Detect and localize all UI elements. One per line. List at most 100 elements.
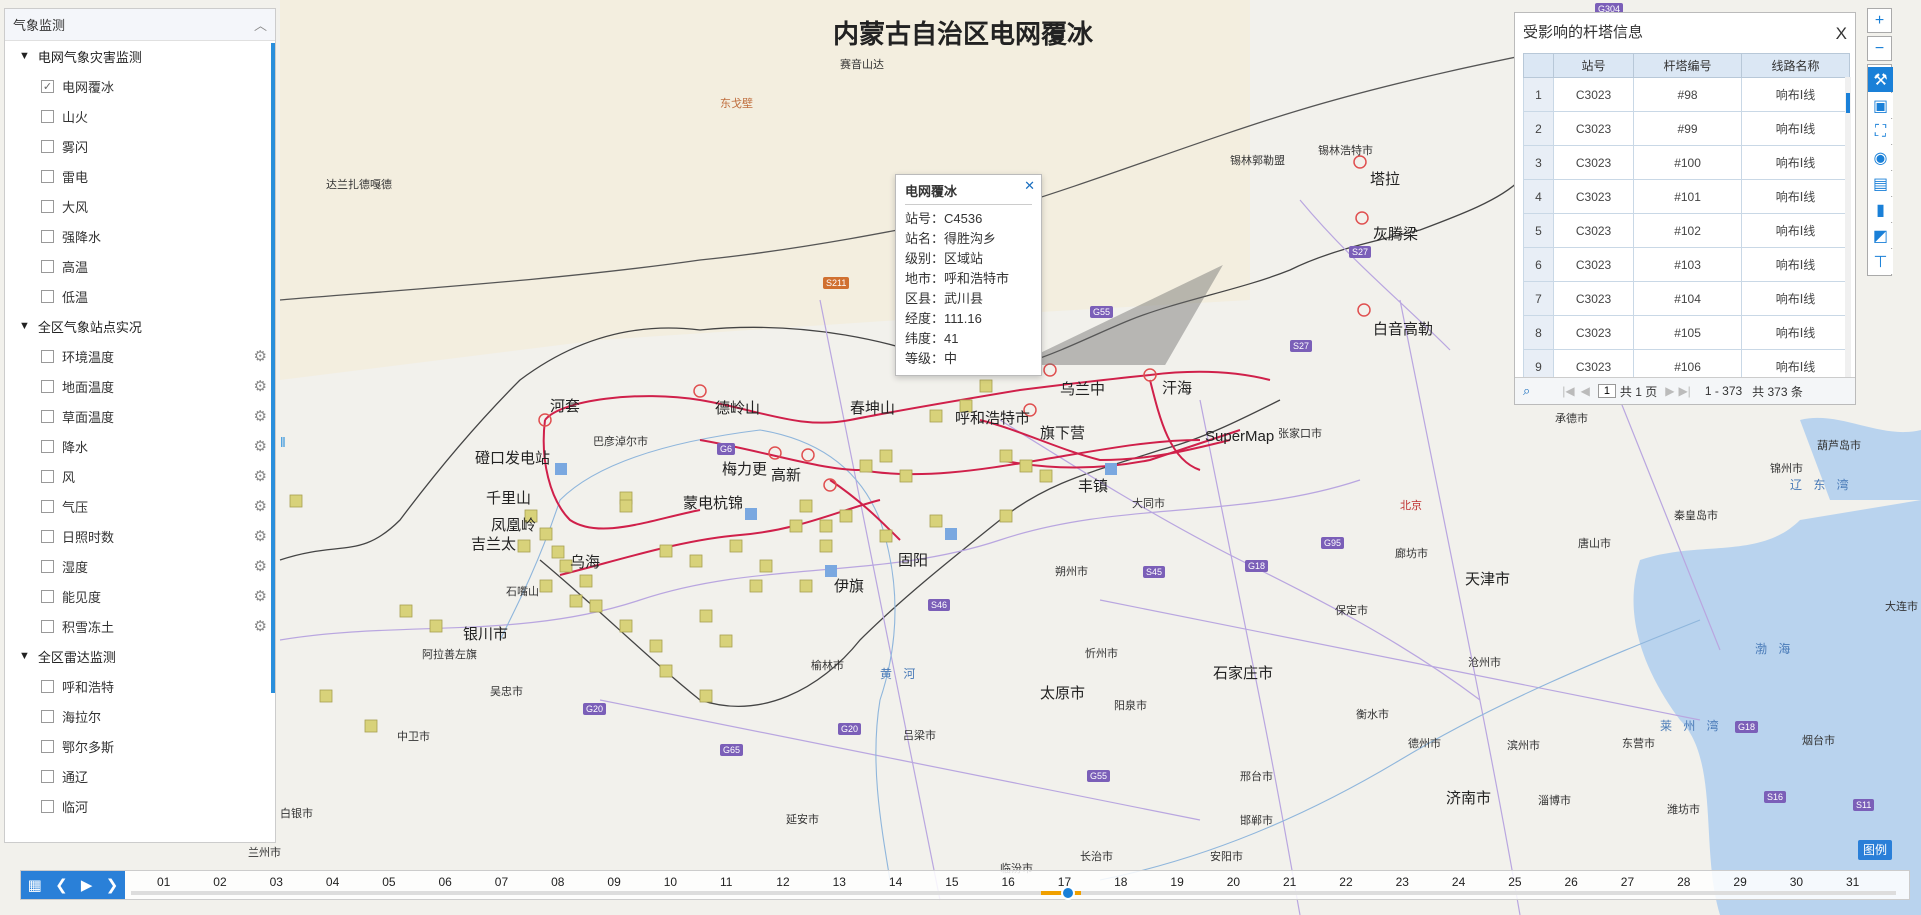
timeline-day[interactable]: 28 xyxy=(1677,875,1690,889)
calendar-icon[interactable]: ▦ xyxy=(28,876,42,894)
layer-item[interactable]: 湿度 ⚙ xyxy=(5,551,275,581)
checkbox[interactable] xyxy=(41,469,54,483)
globe-icon[interactable]: ◉ xyxy=(1868,145,1893,170)
timeline-day[interactable]: 14 xyxy=(889,875,902,889)
timeline-day[interactable]: 18 xyxy=(1114,875,1127,889)
timeline-day[interactable]: 24 xyxy=(1452,875,1465,889)
layer-item[interactable]: 高温 xyxy=(5,251,275,281)
layer-item[interactable]: 临河 xyxy=(5,791,275,821)
chart-icon[interactable]: ◩ xyxy=(1868,223,1893,248)
timeline-day[interactable]: 16 xyxy=(1002,875,1015,889)
layer-item[interactable]: 风 ⚙ xyxy=(5,461,275,491)
table-row[interactable]: 6 C3023 #103 响布Ⅰ线 xyxy=(1523,247,1850,282)
checkbox[interactable] xyxy=(41,109,54,123)
checkbox[interactable] xyxy=(41,739,54,753)
scrollbar-thumb[interactable] xyxy=(1846,93,1850,113)
layer-item[interactable]: 山火 xyxy=(5,101,275,131)
checkbox[interactable] xyxy=(41,499,54,513)
layer-item[interactable]: 呼和浩特 xyxy=(5,671,275,701)
group-title-radar[interactable]: ▼ 全区雷达监测 xyxy=(5,641,275,671)
checkbox[interactable] xyxy=(41,559,54,573)
timeline-day[interactable]: 26 xyxy=(1565,875,1578,889)
measure-icon[interactable]: ⚒ xyxy=(1868,67,1893,92)
timeline-day[interactable]: 08 xyxy=(551,875,564,889)
last-page-icon[interactable]: ▶| xyxy=(1678,384,1690,398)
play-icon[interactable]: ▶ xyxy=(81,876,93,894)
checkbox[interactable] xyxy=(41,229,54,243)
timeline-day[interactable]: 12 xyxy=(776,875,789,889)
gear-icon[interactable]: ⚙ xyxy=(254,587,267,605)
timeline-track[interactable] xyxy=(131,886,1896,900)
chevron-left-icon[interactable]: ❮ xyxy=(55,876,68,894)
timeline-day[interactable]: 05 xyxy=(382,875,395,889)
checkbox[interactable] xyxy=(41,439,54,453)
checkbox[interactable] xyxy=(41,349,54,363)
table-scrollbar[interactable] xyxy=(1845,77,1851,377)
timeline-day[interactable]: 27 xyxy=(1621,875,1634,889)
page-input[interactable] xyxy=(1597,384,1616,398)
panel-collapse-handle[interactable]: ‖ xyxy=(280,434,290,456)
pin-icon[interactable]: ⊤ xyxy=(1868,249,1893,274)
layer-item[interactable]: 低温 xyxy=(5,281,275,311)
layer-item[interactable]: 地面温度 ⚙ xyxy=(5,371,275,401)
checkbox[interactable] xyxy=(41,679,54,693)
checkbox[interactable] xyxy=(41,169,54,183)
checkbox[interactable] xyxy=(41,289,54,303)
gear-icon[interactable]: ⚙ xyxy=(254,437,267,455)
table-row[interactable]: 3 C3023 #100 响布Ⅰ线 xyxy=(1523,145,1850,180)
chevron-right-icon[interactable]: ❯ xyxy=(106,876,119,894)
layer-icon[interactable]: ▮ xyxy=(1868,197,1893,222)
timeline-day[interactable]: 15 xyxy=(945,875,958,889)
timeline-day[interactable]: 04 xyxy=(326,875,339,889)
layer-item[interactable]: ✓ 电网覆冰 xyxy=(5,71,275,101)
timeline-day[interactable]: 21 xyxy=(1283,875,1296,889)
timeline-day[interactable]: 25 xyxy=(1508,875,1521,889)
column-header[interactable]: 杆塔编号 xyxy=(1633,53,1743,78)
gear-icon[interactable]: ⚙ xyxy=(254,347,267,365)
checkbox[interactable] xyxy=(41,379,54,393)
checkbox-checked[interactable]: ✓ xyxy=(41,79,54,93)
group-title-stations[interactable]: ▼ 全区气象站点实况 xyxy=(5,311,275,341)
checkbox[interactable] xyxy=(41,409,54,423)
table-row[interactable]: 2 C3023 #99 响布Ⅰ线 xyxy=(1523,111,1850,146)
first-page-icon[interactable]: |◀ xyxy=(1562,384,1574,398)
chevron-up-icon[interactable]: ︿ xyxy=(254,15,267,34)
legend-button[interactable]: 图例 xyxy=(1858,840,1892,860)
layer-item[interactable]: 大风 xyxy=(5,191,275,221)
triangle-down-icon[interactable]: ▼ xyxy=(19,50,30,62)
checkbox[interactable] xyxy=(41,619,54,633)
close-button[interactable]: X xyxy=(1836,24,1847,44)
gear-icon[interactable]: ⚙ xyxy=(254,377,267,395)
timeline-day[interactable]: 31 xyxy=(1846,875,1859,889)
table-row[interactable]: 8 C3023 #105 响布Ⅰ线 xyxy=(1523,315,1850,350)
timeline-day[interactable]: 29 xyxy=(1733,875,1746,889)
layer-item[interactable]: 鄂尔多斯 xyxy=(5,731,275,761)
timeline-day[interactable]: 02 xyxy=(213,875,226,889)
layer-item[interactable]: 海拉尔 xyxy=(5,701,275,731)
layer-item[interactable]: 日照时数 ⚙ xyxy=(5,521,275,551)
gear-icon[interactable]: ⚙ xyxy=(254,557,267,575)
timeline-day[interactable]: 11 xyxy=(720,875,732,889)
column-header[interactable]: 线路名称 xyxy=(1741,53,1850,78)
layer-item[interactable]: 强降水 xyxy=(5,221,275,251)
gear-icon[interactable]: ⚙ xyxy=(254,467,267,485)
gear-icon[interactable]: ⚙ xyxy=(254,407,267,425)
layer-item[interactable]: 降水 ⚙ xyxy=(5,431,275,461)
checkbox[interactable] xyxy=(41,709,54,723)
table-row[interactable]: 7 C3023 #104 响布Ⅰ线 xyxy=(1523,281,1850,316)
timeline-day[interactable]: 09 xyxy=(607,875,620,889)
fullscreen-icon[interactable]: ⛶ xyxy=(1868,119,1893,144)
zoom-out-icon[interactable]: − xyxy=(1867,36,1892,61)
checkbox[interactable] xyxy=(41,799,54,813)
layer-item[interactable]: 通辽 xyxy=(5,761,275,791)
gear-icon[interactable]: ⚙ xyxy=(254,617,267,635)
layer-item[interactable]: 积雪冻土 ⚙ xyxy=(5,611,275,641)
triangle-down-icon[interactable]: ▼ xyxy=(19,650,30,662)
map-icon[interactable]: ▤ xyxy=(1868,171,1893,196)
layer-item[interactable]: 雾闪 xyxy=(5,131,275,161)
triangle-down-icon[interactable]: ▼ xyxy=(19,320,30,332)
table-row[interactable]: 1 C3023 #98 响布Ⅰ线 xyxy=(1523,77,1850,112)
gear-icon[interactable]: ⚙ xyxy=(254,497,267,515)
timeline-day[interactable]: 30 xyxy=(1790,875,1803,889)
timeline-day[interactable]: 20 xyxy=(1227,875,1240,889)
